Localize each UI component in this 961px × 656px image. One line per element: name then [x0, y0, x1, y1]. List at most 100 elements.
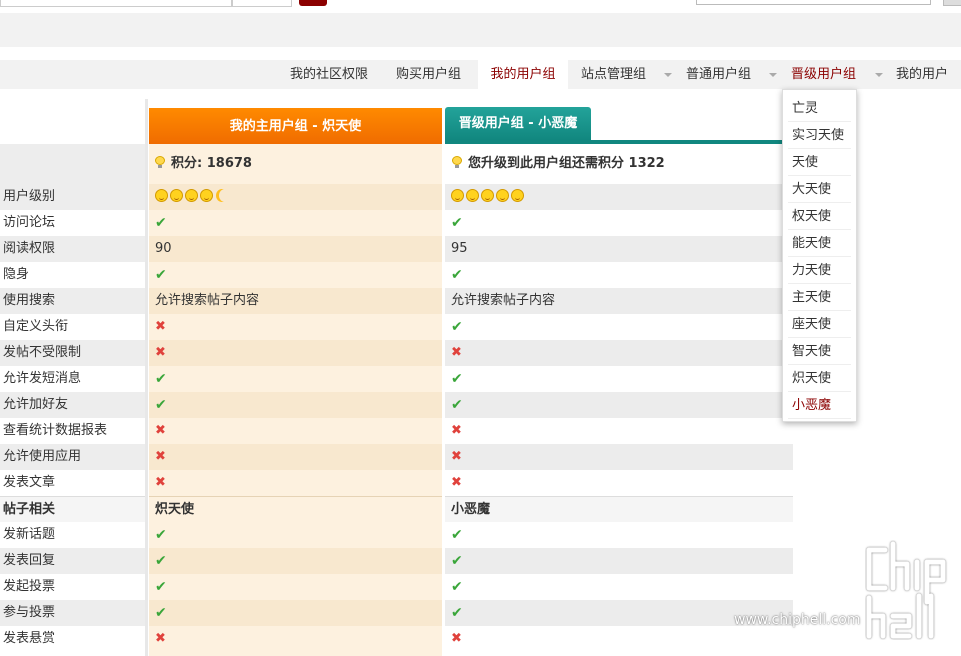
top-button[interactable] [232, 0, 292, 7]
main-group-cell: ✔ [149, 262, 442, 288]
next-group-cell: ✔ [445, 392, 793, 418]
dropdown-item[interactable]: 座天使 [788, 311, 851, 338]
top-search-input[interactable] [696, 0, 931, 5]
next-group-cell [445, 184, 793, 210]
row-label: 使用搜索 [0, 288, 145, 314]
tab-buy-groups[interactable]: 购买用户组 [396, 60, 468, 89]
main-group-cell: ✔ [149, 600, 442, 626]
next-group-cell: 95 [445, 236, 793, 262]
row-label: 查看统计数据报表 [3, 423, 108, 438]
dropdown-item[interactable]: 能天使 [788, 230, 851, 257]
next-group-cell: ✖ [445, 444, 793, 470]
main-group-cell: ✖ [149, 626, 442, 652]
smiley-icon [451, 189, 464, 202]
dropdown-item[interactable]: 主天使 [788, 284, 851, 311]
row-label: 发表文章 [3, 475, 56, 490]
smiley-icon [496, 189, 509, 202]
row-label: 访问论坛 [3, 215, 56, 230]
main-group-cell: ✖ [149, 314, 442, 340]
smiley-icon [481, 189, 494, 202]
check-icon: ✔ [155, 553, 167, 569]
main-group-cell: 允许搜索帖子内容 [149, 288, 442, 314]
main-group-cell: ✔ [149, 366, 442, 392]
cross-icon: ✖ [155, 631, 166, 646]
row-label: 阅读权限 [0, 236, 145, 262]
cross-icon: ✖ [155, 475, 166, 490]
check-icon: ✔ [451, 215, 463, 231]
tab-my-users[interactable]: 我的用户 [896, 60, 961, 89]
check-icon: ✔ [451, 397, 463, 413]
next-group-cell: ✔ [445, 314, 793, 340]
promotion-groups-dropdown: 亡灵 实习天使 天使 大天使 权天使 能天使 力天使 主天使 座天使 智天使 炽天使 小恶魔 [782, 89, 857, 422]
cross-icon: ✖ [451, 449, 462, 464]
chevron-down-icon[interactable] [875, 73, 883, 77]
main-credits: 积分: 18678 [171, 156, 252, 171]
row-label: 发表悬赏 [3, 631, 56, 646]
main-group-cell: ✖ [149, 470, 442, 496]
watermark-text: www.chiphell.com [734, 612, 861, 628]
row-label: 自定义头衔 [3, 319, 69, 334]
check-icon: ✔ [155, 579, 167, 595]
check-icon: ✔ [155, 215, 167, 231]
dropdown-item[interactable]: 大天使 [788, 176, 851, 203]
row-label: 发新话题 [3, 527, 56, 542]
tab-admin-groups[interactable]: 站点管理组 [581, 60, 653, 89]
dropdown-item[interactable]: 权天使 [788, 203, 851, 230]
main-group-cell: ✔ [149, 574, 442, 600]
next-group-cell: ✔ [445, 548, 793, 574]
tab-promotion-groups[interactable]: 晋级用户组 [791, 60, 863, 89]
next-group-cell: ✔ [445, 522, 793, 548]
smiley-icon [511, 189, 524, 202]
bulb-icon [452, 156, 462, 168]
next-group-cell: ✔ [445, 366, 793, 392]
cross-icon: ✖ [155, 319, 166, 334]
next-group-cell: 允许搜索帖子内容 [445, 288, 793, 314]
check-icon: ✔ [155, 267, 167, 283]
check-icon: ✔ [155, 397, 167, 413]
bulb-icon [155, 156, 165, 168]
section-label: 帖子相关 [0, 496, 145, 522]
main-group-cell [149, 184, 442, 210]
moon-icon [219, 189, 231, 202]
main-group-header: 我的主用户组 - 炽天使 [149, 108, 442, 144]
header-band [0, 13, 961, 47]
next-group-cell: ✔ [445, 262, 793, 288]
dropdown-item[interactable]: 实习天使 [788, 122, 851, 149]
chevron-down-icon[interactable] [664, 73, 672, 77]
column-divider [145, 99, 148, 656]
next-group-summary: 您升级到此用户组还需积分 1322 [452, 144, 665, 184]
tab-member-groups[interactable]: 普通用户组 [686, 60, 758, 89]
tab-my-groups[interactable]: 我的用户组 [478, 60, 568, 89]
main-group-cell: ✔ [149, 548, 442, 574]
main-group-cell: ✔ [149, 522, 442, 548]
smiley-icon [200, 189, 213, 202]
top-input[interactable] [0, 0, 232, 7]
main-group-cell: ✖ [149, 444, 442, 470]
row-label: 用户级别 [0, 184, 145, 210]
row-label: 发表回复 [0, 548, 145, 574]
dropdown-item[interactable]: 力天使 [788, 257, 851, 284]
top-search-button[interactable] [943, 0, 961, 6]
check-icon: ✔ [451, 371, 463, 387]
cross-icon: ✖ [451, 345, 462, 360]
tab-my-permissions[interactable]: 我的社区权限 [290, 60, 376, 89]
main-group-summary: 积分: 18678 [155, 144, 252, 184]
row-label: 允许加好友 [0, 392, 145, 418]
cross-icon: ✖ [451, 423, 462, 438]
chevron-down-icon[interactable] [769, 73, 777, 77]
check-icon: ✔ [451, 605, 463, 621]
cross-icon: ✖ [451, 475, 462, 490]
dropdown-item[interactable]: 亡灵 [788, 95, 851, 122]
row-label: 参与投票 [0, 600, 145, 626]
dropdown-item[interactable]: 智天使 [788, 338, 851, 365]
next-group-header[interactable]: 晋级用户组 - 小恶魔 [445, 107, 591, 140]
top-red-button[interactable] [299, 0, 327, 6]
row-label: 发起投票 [3, 579, 56, 594]
dropdown-item[interactable]: 天使 [788, 149, 851, 176]
row-label: 隐身 [3, 267, 30, 282]
next-group-cell: ✖ [445, 470, 793, 496]
dropdown-item[interactable]: 炽天使 [788, 365, 851, 392]
main-group-cell: ✔ [149, 210, 442, 236]
dropdown-item[interactable]: 小恶魔 [788, 392, 851, 419]
next-group-cell: ✔ [445, 574, 793, 600]
